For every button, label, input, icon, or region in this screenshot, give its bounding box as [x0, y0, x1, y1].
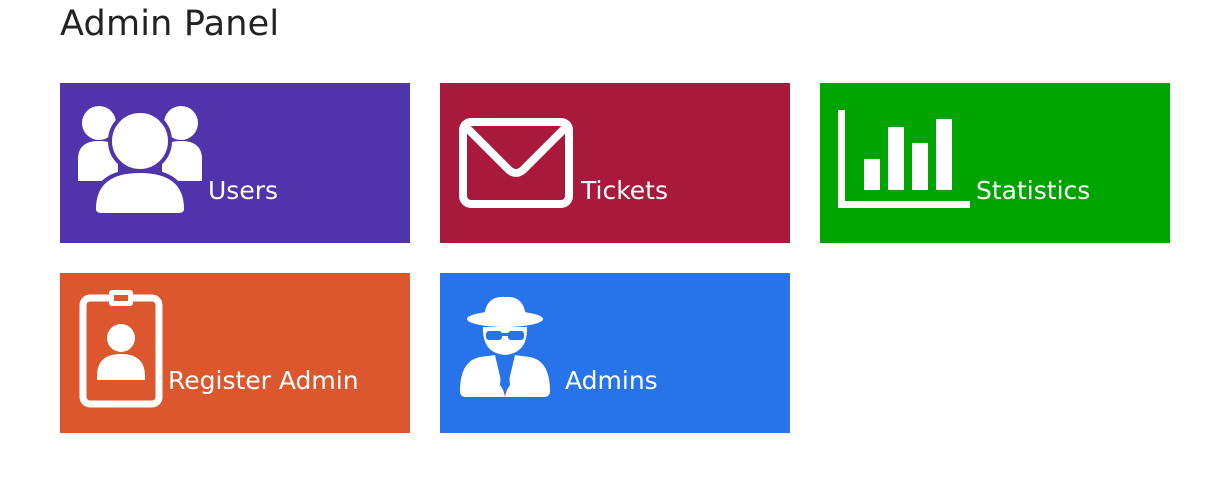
users-tile[interactable]: Users	[60, 83, 410, 243]
admins-tile-label: Admins	[565, 366, 658, 395]
register-admin-tile[interactable]: Register Admin	[60, 273, 410, 433]
bar-chart-icon	[838, 110, 970, 210]
envelope-icon	[459, 118, 573, 208]
statistics-tile-label: Statistics	[976, 176, 1091, 205]
tickets-tile-label: Tickets	[581, 176, 668, 205]
register-admin-tile-label: Register Admin	[168, 366, 359, 395]
spy-agent-icon	[458, 293, 552, 399]
tickets-tile[interactable]: Tickets	[440, 83, 790, 243]
statistics-tile[interactable]: Statistics	[820, 83, 1170, 243]
id-badge-icon	[79, 290, 163, 408]
users-group-icon	[78, 101, 202, 219]
users-tile-label: Users	[208, 176, 279, 205]
admin-panel-page: Admin Panel Users Tickets Statistics Reg…	[0, 0, 1217, 483]
admins-tile[interactable]: Admins	[440, 273, 790, 433]
page-title: Admin Panel	[60, 4, 280, 44]
